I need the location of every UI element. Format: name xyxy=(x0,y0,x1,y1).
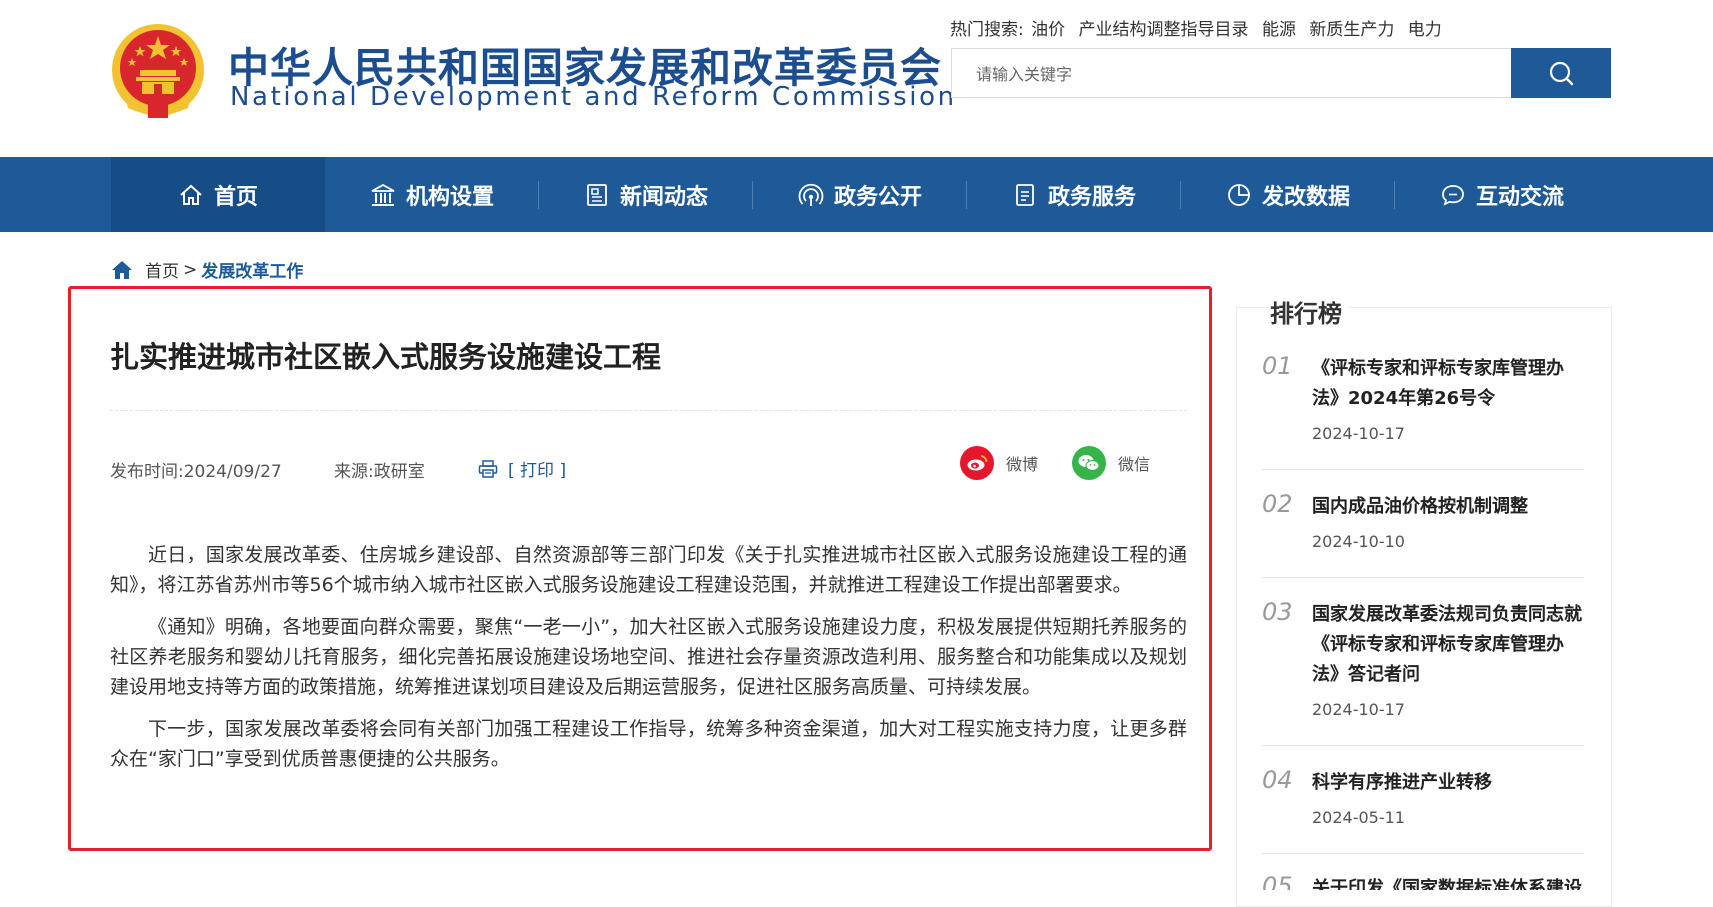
site-header: 中华人民共和国国家发展和改革委员会 National Development a… xyxy=(0,0,1713,157)
ranking-number: 02 xyxy=(1262,490,1293,518)
source-info: 来源:政研室 xyxy=(334,457,425,482)
ranking-link[interactable]: 《评标专家和评标专家库管理办法》2024年第26号令 xyxy=(1312,354,1582,414)
nav-item-interaction[interactable]: 互动交流 xyxy=(1395,157,1609,232)
ranking-divider xyxy=(1262,577,1584,578)
nav-item-organization[interactable]: 机构设置 xyxy=(325,157,539,232)
hot-term-link[interactable]: 产业结构调整指导目录 xyxy=(1079,20,1249,40)
nav-label: 政务服务 xyxy=(1047,184,1136,210)
nav-label: 首页 xyxy=(213,184,258,210)
nav-label: 互动交流 xyxy=(1475,184,1564,210)
print-label: [ 打印 ] xyxy=(508,461,567,481)
publish-info: 发布时间:2024/09/27 xyxy=(110,457,282,482)
share-weibo-label: 微博 xyxy=(1006,455,1039,474)
ranking-divider xyxy=(1262,853,1584,854)
article-paragraph: 下一步，国家发展改革委将会同有关部门加强工程建设工作指导，统筹多种资金渠道，加大… xyxy=(110,718,1187,770)
title-divider xyxy=(110,410,1187,411)
nav-label: 发改数据 xyxy=(1261,184,1350,210)
hot-term-link[interactable]: 能源 xyxy=(1262,20,1296,40)
hot-search-bar: 热门搜索: 油价 产业结构调整指导目录 能源 新质生产力 电力 xyxy=(950,15,1450,40)
news-icon xyxy=(587,183,607,206)
ranking-link[interactable]: 科学有序推进产业转移 xyxy=(1312,768,1582,798)
ranking-link[interactable]: 国家发展改革委法规司负责同志就《评标专家和评标专家库管理办法》答记者问 xyxy=(1312,600,1582,690)
printer-icon xyxy=(478,459,498,478)
ranking-divider xyxy=(1262,469,1584,470)
article-paragraph: 《通知》明确，各地要面向群众需要，聚焦“一老一小”，加大社区嵌入式服务设施建设力… xyxy=(110,616,1187,698)
broadcast-icon xyxy=(798,183,824,206)
ranking-link[interactable]: 关于印发《国家数据标准体系建设 xyxy=(1312,874,1582,890)
publish-label: 发布时间: xyxy=(110,462,184,482)
ranking-title: 排行榜 xyxy=(1270,294,1348,329)
ranking-date: 2024-10-17 xyxy=(1312,424,1405,443)
source-label: 来源: xyxy=(334,462,374,482)
hot-search-label: 热门搜索: xyxy=(950,20,1024,40)
home-icon xyxy=(180,184,202,205)
nav-item-gov-services[interactable]: 政务服务 xyxy=(967,157,1181,232)
ranking-number: 04 xyxy=(1262,766,1293,794)
breadcrumb: 首页 > 发展改革工作 xyxy=(111,257,303,282)
article-body: 近日，国家发展改革委、住房城乡建设部、自然资源部等三部门印发《关于扎实推进城市社… xyxy=(110,540,1187,786)
nav-item-data[interactable]: 发改数据 xyxy=(1181,157,1395,232)
share-wechat-label: 微信 xyxy=(1118,455,1151,474)
ranking-date: 2024-10-17 xyxy=(1312,700,1405,719)
nav-label: 政务公开 xyxy=(833,184,922,210)
ranking-link[interactable]: 国内成品油价格按机制调整 xyxy=(1312,492,1582,522)
hot-term-link[interactable]: 油价 xyxy=(1031,20,1065,40)
pie-chart-icon xyxy=(1228,183,1250,206)
weibo-icon xyxy=(960,446,994,480)
nav-label: 机构设置 xyxy=(405,184,494,210)
search-input[interactable] xyxy=(974,49,1458,99)
nav-item-home[interactable]: 首页 xyxy=(111,157,325,232)
national-emblem-logo[interactable] xyxy=(110,22,206,122)
share-wechat-button[interactable]: 微信 xyxy=(1072,446,1150,480)
ranking-divider xyxy=(1262,745,1584,746)
main-nav: 首页 机构设置 新闻动态 政务公开 政务服务 发改数据 互动交流 xyxy=(0,157,1713,232)
publish-date: 2024/09/27 xyxy=(183,462,282,482)
search-box xyxy=(951,48,1611,99)
article-paragraph: 近日，国家发展改革委、住房城乡建设部、自然资源部等三部门印发《关于扎实推进城市社… xyxy=(110,544,1187,596)
hot-term-link[interactable]: 电力 xyxy=(1408,20,1442,40)
wechat-icon xyxy=(1072,446,1106,480)
ranking-number: 05 xyxy=(1262,872,1293,890)
nav-item-news[interactable]: 新闻动态 xyxy=(539,157,753,232)
ranking-number: 03 xyxy=(1262,598,1293,626)
search-icon xyxy=(1549,61,1574,86)
ranking-date: 2024-10-10 xyxy=(1312,532,1405,551)
nav-item-gov-affairs[interactable]: 政务公开 xyxy=(753,157,967,232)
home-icon[interactable] xyxy=(111,260,133,280)
breadcrumb-current[interactable]: 发展改革工作 xyxy=(201,257,303,282)
ranking-number: 01 xyxy=(1262,352,1293,380)
article-title: 扎实推进城市社区嵌入式服务设施建设工程 xyxy=(110,340,662,374)
breadcrumb-home-link[interactable]: 首页 xyxy=(145,257,179,282)
ranking-date: 2024-05-11 xyxy=(1312,808,1405,827)
building-icon xyxy=(371,183,395,206)
search-button[interactable] xyxy=(1511,48,1611,98)
source-value: 政研室 xyxy=(373,462,425,482)
breadcrumb-separator: > xyxy=(183,259,198,280)
print-button[interactable]: [ 打印 ] xyxy=(478,456,566,481)
share-weibo-button[interactable]: 微博 xyxy=(960,446,1038,480)
site-name-en[interactable]: National Development and Reform Commissi… xyxy=(230,82,957,112)
hot-term-link[interactable]: 新质生产力 xyxy=(1309,20,1394,40)
nav-label: 新闻动态 xyxy=(619,184,708,210)
document-icon xyxy=(1016,183,1034,206)
chat-icon xyxy=(1442,184,1464,206)
ranking-item: 05 关于印发《国家数据标准体系建设 xyxy=(1262,872,1584,890)
